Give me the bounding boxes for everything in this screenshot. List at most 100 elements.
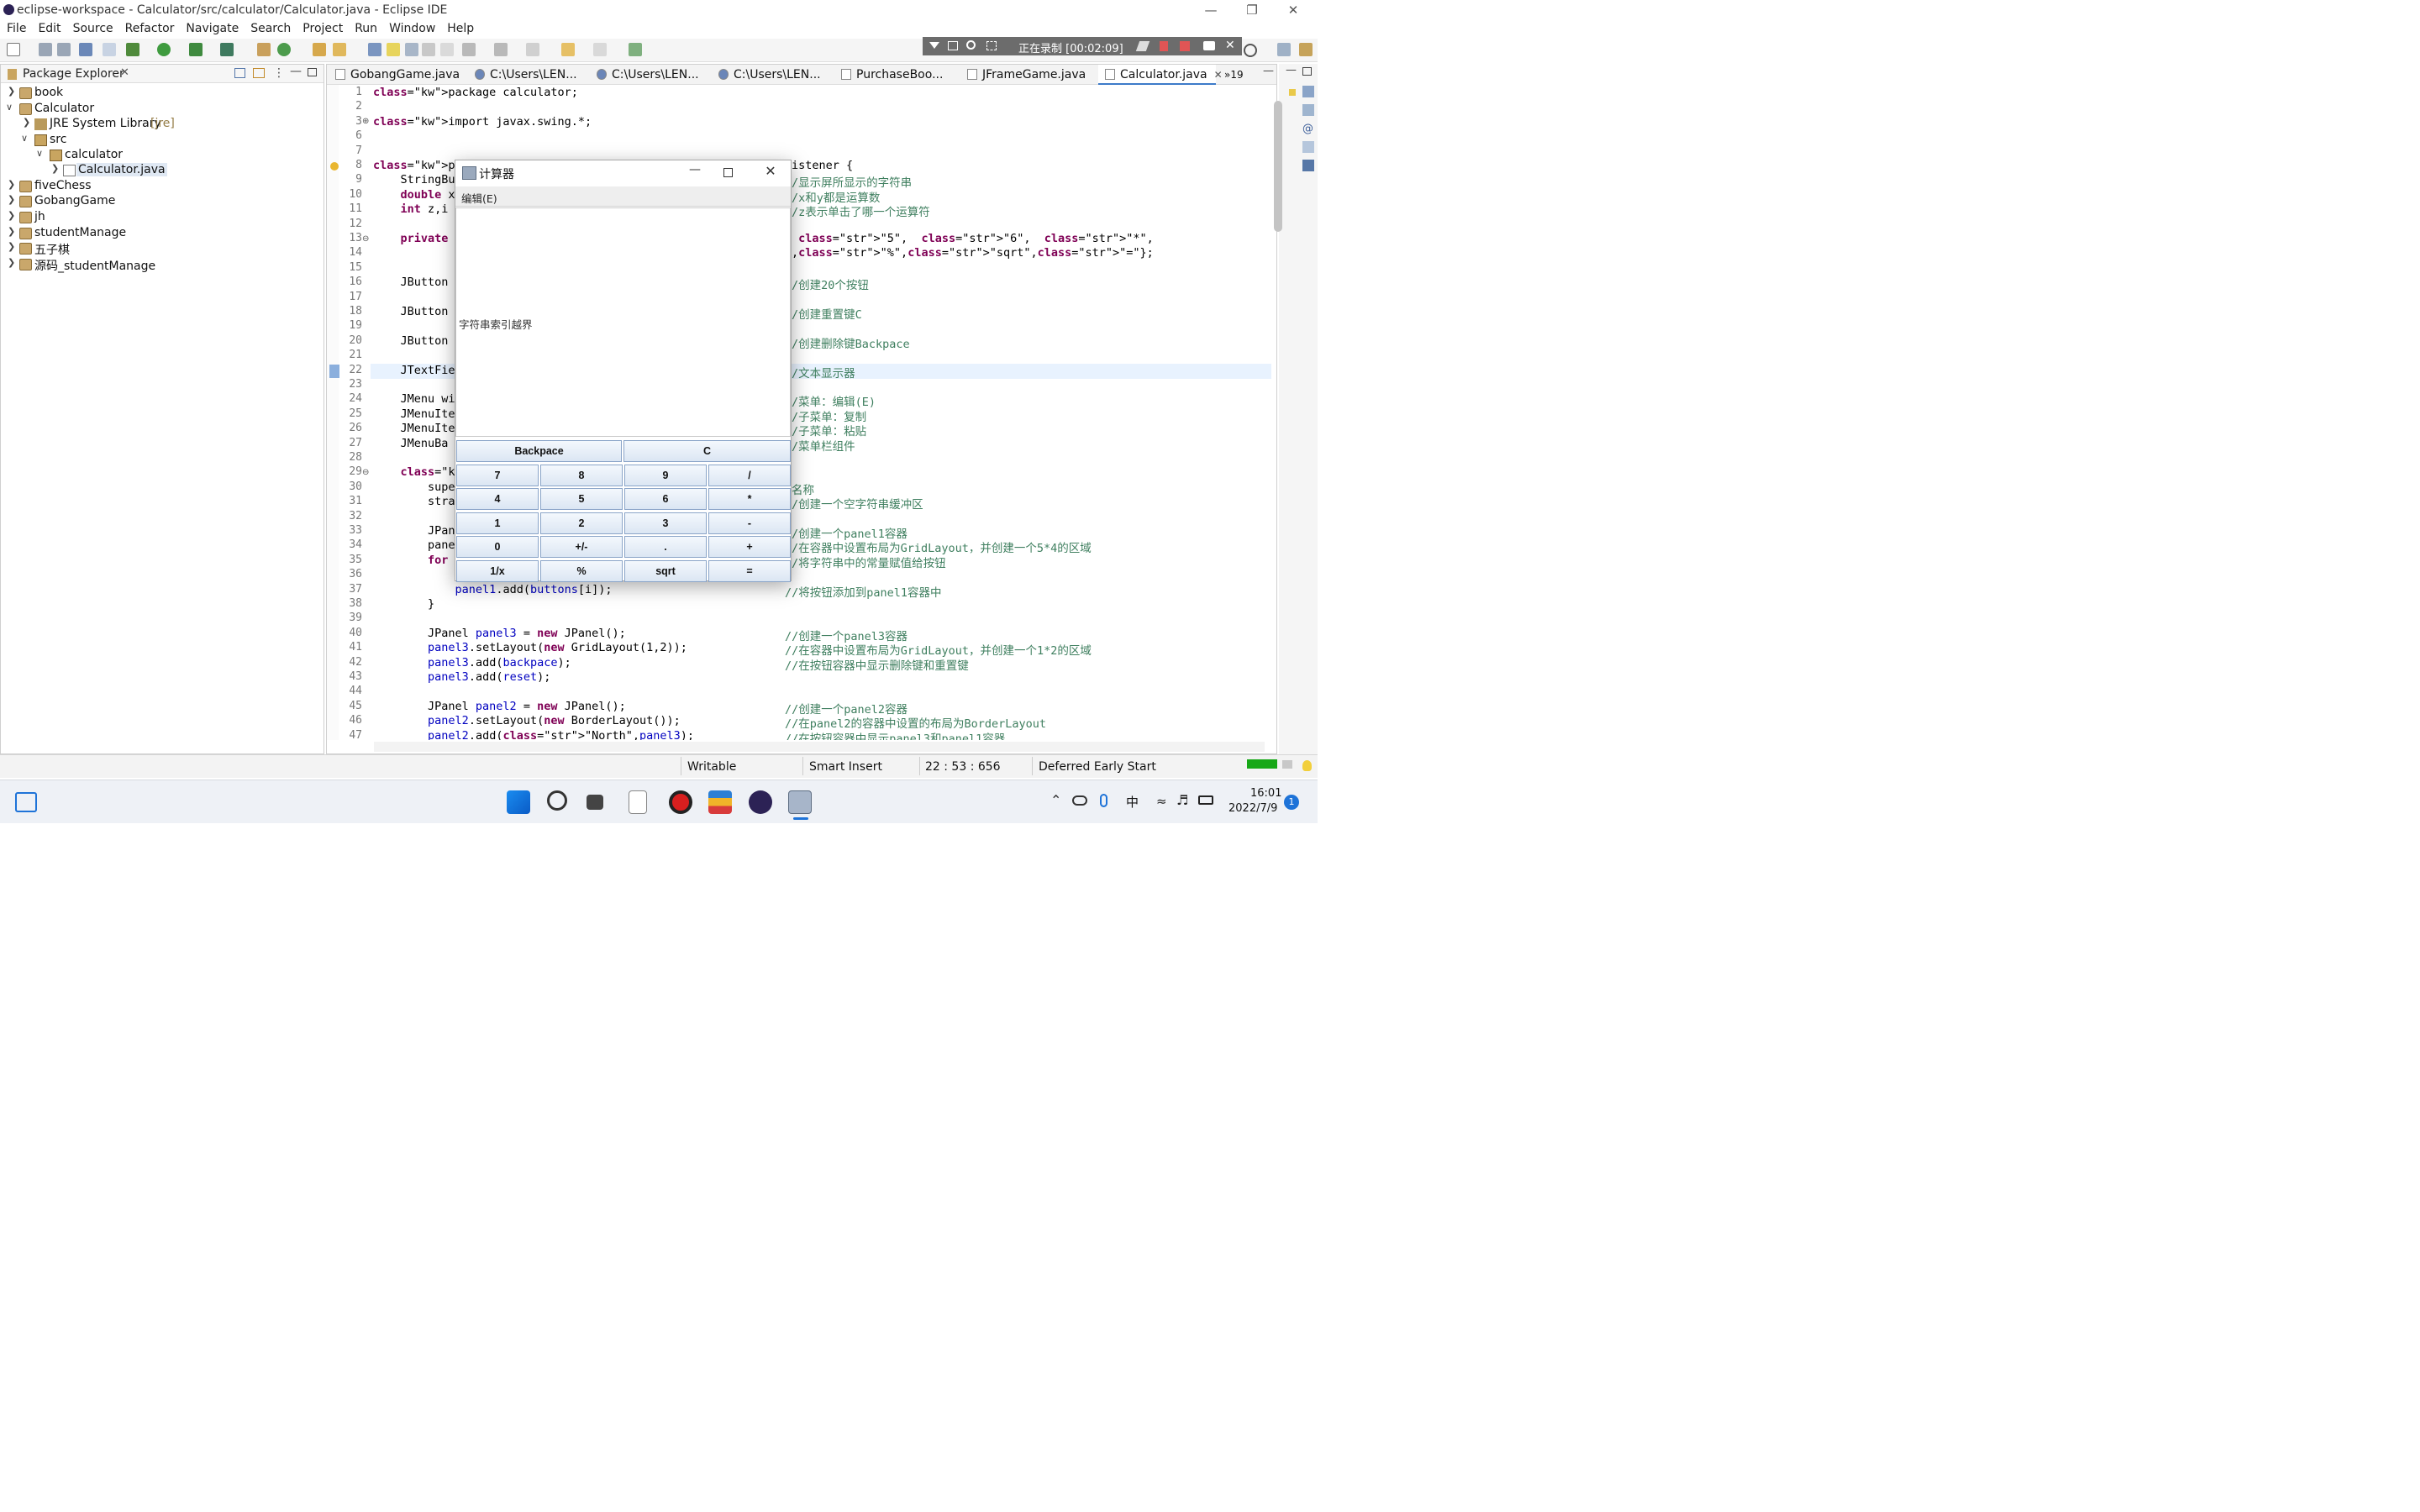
region-icon[interactable] <box>986 41 997 50</box>
tree-item-calculator-project[interactable]: ∨ Calculator <box>1 102 320 117</box>
zoom-icon[interactable] <box>966 40 976 50</box>
code-line[interactable]: JMenuIte <box>373 422 455 435</box>
tree-item-book[interactable]: ❯ book <box>1 86 320 101</box>
word-wrap-icon[interactable] <box>405 43 418 56</box>
menu-source[interactable]: Source <box>66 20 118 35</box>
code-line[interactable]: panel3.add(reset); <box>373 670 550 684</box>
minimize-view-icon[interactable]: — <box>290 65 302 78</box>
tab-purchasebook[interactable]: PurchaseBoo... <box>841 65 943 85</box>
collapse-all-icon[interactable] <box>234 68 245 78</box>
new-icon[interactable] <box>7 43 20 56</box>
dropdown-icon[interactable] <box>929 42 939 49</box>
external-tools-icon[interactable] <box>220 43 234 56</box>
code-line[interactable]: supe <box>373 480 455 494</box>
tabs-overflow[interactable]: »19 <box>1224 65 1244 85</box>
new-java-class-icon[interactable] <box>277 43 291 56</box>
camera-icon[interactable] <box>1203 41 1215 50</box>
tip-icon[interactable] <box>1302 760 1312 771</box>
clock-date[interactable]: 2022/7/9 <box>1228 802 1277 815</box>
key-reciprocal-button[interactable]: 1/x <box>456 559 539 582</box>
tab-users-3[interactable]: C:\Users\LEN... <box>718 65 821 85</box>
key-sqrt-button[interactable]: sqrt <box>624 559 707 582</box>
pin-editor-icon[interactable] <box>629 43 642 56</box>
code-line[interactable]: int z,i <box>373 202 449 216</box>
key-plus-button[interactable]: + <box>708 536 791 559</box>
recorder-app-icon[interactable] <box>669 790 692 814</box>
tab-users-2[interactable]: C:\Users\LEN... <box>597 65 699 85</box>
code-line[interactable]: pane <box>373 538 455 552</box>
calculator-display[interactable]: 字符串索引越界 <box>455 207 791 437</box>
new-java-package-icon[interactable] <box>257 43 271 56</box>
code-line[interactable]: JMenu wi <box>373 392 455 406</box>
clock-time[interactable]: 16:01 <box>1250 787 1281 800</box>
tree-item-jre-library[interactable]: ❯ JRE System Library [jre] <box>1 117 320 132</box>
pen-icon[interactable] <box>1135 41 1150 51</box>
menu-window[interactable]: Window <box>382 20 440 35</box>
tree-item-jh[interactable]: ❯ jh <box>1 210 320 225</box>
menu-help[interactable]: Help <box>440 20 479 35</box>
menu-file[interactable]: File <box>0 20 31 35</box>
tree-item-wuziqi[interactable]: ❯ 五子棋 <box>1 241 320 257</box>
task-view-icon[interactable] <box>587 795 603 810</box>
tab-jframegame[interactable]: JFrameGame.java <box>967 65 1086 85</box>
tree-item-gobanggame[interactable]: ❯ GobangGame <box>1 194 320 209</box>
backpace-button[interactable]: Backpace <box>456 440 622 462</box>
skip-breakpoints-icon[interactable] <box>103 43 116 56</box>
key-eight-button[interactable]: 8 <box>540 465 623 486</box>
minimize-button[interactable]: — <box>1192 0 1230 20</box>
code-line[interactable]: JMenuIte <box>373 407 455 421</box>
key-five-button[interactable]: 5 <box>540 488 623 511</box>
key-multiply-button[interactable]: * <box>708 488 791 511</box>
menu-search[interactable]: Search <box>244 20 296 35</box>
code-line[interactable]: double x <box>373 188 455 202</box>
whitespace-icon[interactable] <box>440 43 454 56</box>
menu-edit[interactable]: Edit <box>31 20 66 35</box>
tree-item-fivechess[interactable]: ❯ fiveChess <box>1 179 320 194</box>
stop-icon[interactable] <box>1180 41 1190 51</box>
code-line[interactable]: JPan <box>373 524 455 538</box>
maximize-icon[interactable] <box>1302 67 1312 76</box>
close-button[interactable]: ✕ <box>1274 0 1313 20</box>
key-six-button[interactable]: 6 <box>624 488 707 511</box>
outline-icon[interactable] <box>1302 86 1314 97</box>
code-line[interactable]: class="kw">package calculator; <box>373 86 578 99</box>
calculator-maximize-button[interactable] <box>723 168 733 177</box>
run-icon[interactable] <box>157 43 171 56</box>
key-two-button[interactable]: 2 <box>540 512 623 534</box>
code-line[interactable]: JButton <box>373 276 449 289</box>
recorder-close-icon[interactable]: ✕ <box>1225 39 1235 52</box>
key-minus-button[interactable]: - <box>708 512 791 534</box>
save-icon[interactable] <box>39 43 52 56</box>
key-equals-button[interactable]: = <box>708 559 791 582</box>
battery-icon[interactable] <box>1198 795 1213 805</box>
notepad-icon[interactable] <box>629 790 647 814</box>
tab-gobanggame[interactable]: GobangGame.java <box>335 65 460 85</box>
archive-icon[interactable] <box>708 790 732 814</box>
link-editor-icon[interactable] <box>253 68 265 78</box>
code-line[interactable]: JMenuBa <box>373 437 449 450</box>
vertical-scrollbar[interactable] <box>1274 101 1282 232</box>
mark-occurrences-icon[interactable] <box>387 43 400 56</box>
ime-indicator[interactable]: 中 <box>1126 793 1139 811</box>
show-hidden-icons[interactable]: ⌃ <box>1050 792 1061 808</box>
microphone-icon[interactable] <box>1100 794 1107 807</box>
code-line[interactable]: } <box>373 597 434 611</box>
open-perspective-icon[interactable] <box>1277 43 1291 56</box>
key-percent-button[interactable]: % <box>540 559 623 582</box>
coverage-icon[interactable] <box>189 43 203 56</box>
key-nine-button[interactable]: 9 <box>624 465 707 486</box>
status-insert-mode[interactable]: Smart Insert <box>809 760 882 774</box>
search-taskbar-icon[interactable] <box>547 790 567 811</box>
wifi-icon[interactable]: ≈ <box>1156 794 1167 809</box>
code-line[interactable]: JPanel panel3 = new JPanel(); <box>373 627 626 640</box>
tab-calculator[interactable]: Calculator.java ✕ <box>1098 65 1223 85</box>
volume-icon[interactable]: ♬ <box>1176 792 1188 808</box>
code-line[interactable]: class="kw">import javax.swing.*; <box>373 115 592 129</box>
code-line[interactable]: private <box>373 232 449 245</box>
view-menu-icon[interactable]: ⋮ <box>273 66 285 80</box>
minimize-icon[interactable]: — <box>1286 64 1297 76</box>
close-tab-icon[interactable]: ✕ <box>1214 69 1223 81</box>
code-line[interactable]: JTextFie <box>373 364 455 377</box>
java-app-taskbar-icon[interactable] <box>788 790 812 814</box>
calculator-title-bar[interactable]: 计算器 — ✕ <box>455 160 791 186</box>
